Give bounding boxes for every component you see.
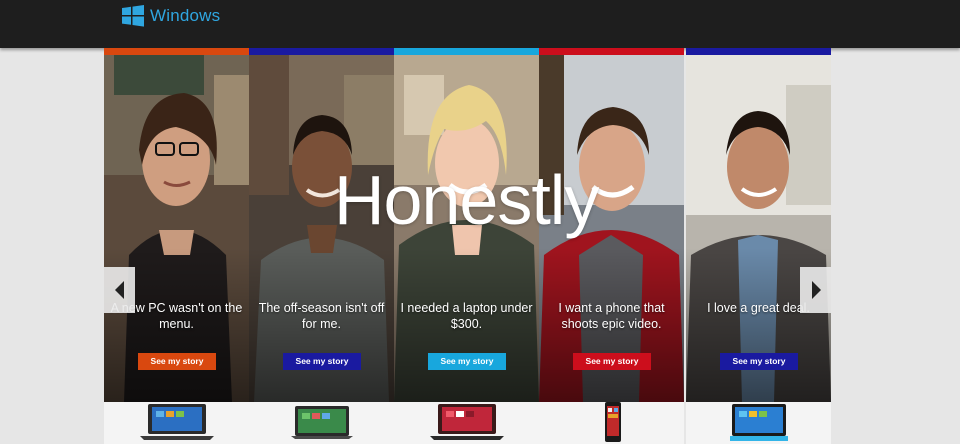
story-panel-1: A new PC wasn't on the menu. See my stor… — [104, 48, 249, 444]
accent-stripe — [104, 48, 249, 55]
story-carousel: A new PC wasn't on the menu. See my stor… — [104, 48, 831, 444]
brand-name: Windows — [150, 6, 221, 25]
carousel-next-button[interactable] — [800, 267, 831, 313]
see-my-story-button[interactable]: See my story — [283, 353, 361, 370]
chevron-right-icon — [811, 281, 821, 299]
device-image[interactable] — [249, 402, 394, 444]
tablet-icon — [729, 404, 788, 441]
windows-logo-icon — [122, 5, 144, 27]
tablet-icon — [290, 406, 353, 439]
phone-icon — [604, 402, 621, 442]
story-quote: The off-season isn't off for me. — [258, 301, 385, 331]
windows-home-link[interactable]: Windows — [122, 5, 220, 27]
device-image[interactable] — [686, 402, 831, 444]
laptop-icon — [429, 404, 504, 440]
see-my-story-button[interactable]: See my story — [138, 353, 216, 370]
accent-stripe — [539, 48, 684, 55]
story-quote: I want a phone that shoots epic video. — [558, 301, 665, 331]
see-my-story-button[interactable]: See my story — [428, 353, 506, 370]
accent-stripe — [394, 48, 539, 55]
see-my-story-button[interactable]: See my story — [720, 353, 798, 370]
chevron-left-icon — [114, 281, 124, 299]
device-image[interactable] — [104, 402, 249, 444]
hero-headline: Honestly — [334, 161, 599, 239]
carousel-prev-button[interactable] — [104, 267, 135, 313]
accent-stripe — [686, 48, 831, 55]
see-my-story-button[interactable]: See my story — [573, 353, 651, 370]
accent-stripe — [249, 48, 394, 55]
device-image[interactable] — [394, 402, 539, 444]
laptop-icon — [139, 404, 214, 440]
story-quote: I needed a laptop under $300. — [400, 301, 533, 331]
device-image[interactable] — [539, 402, 684, 444]
top-navigation-bar: Windows — [0, 0, 960, 48]
